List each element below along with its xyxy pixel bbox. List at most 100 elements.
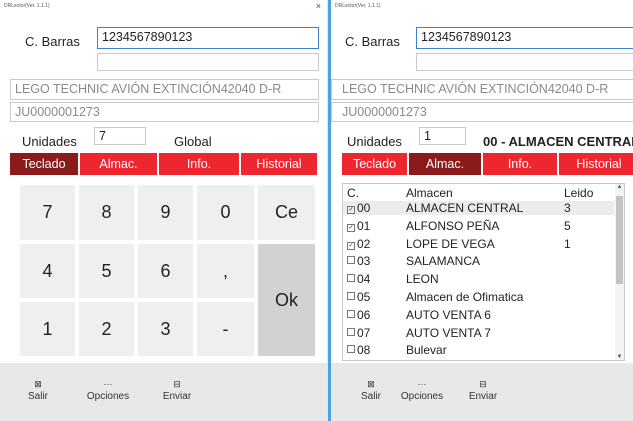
row-read: 5: [564, 218, 571, 233]
exit-icon: ⊠: [367, 379, 375, 389]
list-item[interactable]: 08 Bulevar: [343, 343, 614, 357]
close-icon[interactable]: ×: [316, 1, 321, 11]
list-item[interactable]: 06 AUTO VENTA 6: [343, 308, 614, 322]
row-warehouse: LEON: [406, 272, 439, 287]
key-9[interactable]: 9: [138, 185, 193, 240]
row-warehouse: AUTO VENTA 6: [406, 307, 491, 322]
checkbox-icon[interactable]: [347, 292, 355, 300]
bottom-app-bar: ⊠ Salir ··· Opciones ⊟ Enviar: [331, 363, 633, 421]
key-2[interactable]: 2: [79, 302, 134, 356]
list-item[interactable]: ✓ 00 ALMACEN CENTRAL 3: [343, 201, 614, 216]
row-warehouse: SALAMANCA: [406, 254, 481, 269]
list-scrollbar[interactable]: ▲ ▼: [615, 184, 624, 360]
checkbox-icon[interactable]: [347, 274, 355, 283]
row-warehouse: ALMACEN CENTRAL: [406, 201, 524, 215]
more-icon: ···: [417, 379, 427, 389]
barcode-input[interactable]: 1234567890123: [416, 27, 633, 49]
units-label: Unidades: [22, 134, 77, 149]
key-1[interactable]: 1: [20, 302, 75, 356]
options-label: Opciones: [86, 391, 130, 402]
key-0[interactable]: 0: [197, 185, 254, 240]
window-title: DRLector(Ver. 1.1.1): [4, 3, 50, 9]
list-item[interactable]: 05 Almacen de Ofimatica: [343, 290, 614, 304]
barcode-extra-input[interactable]: [97, 53, 319, 71]
tab-almac[interactable]: Almac.: [409, 153, 481, 175]
checkbox-icon[interactable]: [347, 345, 355, 354]
row-code: 04: [347, 272, 370, 286]
key-4[interactable]: 4: [20, 244, 75, 298]
row-code: ✓ 01: [347, 219, 370, 233]
options-button[interactable]: ··· Opciones: [83, 377, 133, 402]
checked-checkbox-icon[interactable]: ✓: [347, 241, 355, 250]
list-item[interactable]: ✓ 02 LOPE DE VEGA 1: [343, 237, 614, 251]
exit-button[interactable]: ⊠ Salir: [346, 377, 396, 402]
row-code-text: 00: [357, 201, 371, 215]
checkbox-icon[interactable]: [347, 327, 355, 336]
send-label: Enviar: [468, 391, 498, 402]
tab-almac[interactable]: Almac.: [80, 153, 157, 175]
row-code-text: 02: [357, 236, 371, 251]
key-comma[interactable]: ,: [197, 244, 254, 298]
tab-bar: Teclado Almac. Info. Historial: [10, 153, 319, 175]
row-code-text: 01: [357, 218, 371, 233]
row-code: ✓ 02: [347, 237, 370, 251]
barcode-extra-input[interactable]: [416, 53, 633, 71]
options-label: Opciones: [400, 391, 444, 402]
checked-checkbox-icon[interactable]: ✓: [347, 206, 355, 214]
col-warehouse-header: Almacen: [406, 186, 453, 200]
scroll-up-icon[interactable]: ▲: [615, 184, 624, 190]
key-6[interactable]: 6: [138, 244, 193, 298]
left-window: DRLector(Ver. 1.1.1) × C. Barras 1234567…: [0, 0, 328, 421]
exit-icon: ⊠: [34, 379, 42, 389]
tab-info[interactable]: Info.: [483, 153, 557, 175]
send-button[interactable]: ⊟ Enviar: [152, 377, 202, 402]
exit-button[interactable]: ⊠ Salir: [13, 377, 63, 402]
units-input[interactable]: 1: [419, 127, 466, 145]
options-button[interactable]: ··· Opciones: [397, 377, 447, 402]
row-code: ✓ 00: [347, 201, 370, 215]
tab-info[interactable]: Info.: [159, 153, 239, 175]
scroll-thumb[interactable]: [616, 196, 623, 284]
row-read: 3: [564, 201, 571, 215]
barcode-input[interactable]: 1234567890123: [97, 27, 319, 49]
row-code-text: 04: [357, 272, 371, 287]
key-8[interactable]: 8: [79, 185, 134, 240]
checkbox-icon[interactable]: [347, 309, 355, 318]
list-item[interactable]: 04 LEON: [343, 272, 614, 286]
row-code-text: 06: [357, 307, 371, 322]
mode-label: Global: [174, 134, 212, 149]
list-item[interactable]: ✓ 01 ALFONSO PEÑA 5: [343, 219, 614, 233]
row-warehouse: AUTO VENTA 7: [406, 325, 491, 340]
row-code-text: 07: [357, 325, 371, 340]
title-bar: DRLector(Ver. 1.1.1) ×: [0, 0, 327, 14]
key-7[interactable]: 7: [20, 185, 75, 240]
tab-historial[interactable]: Historial: [241, 153, 317, 175]
col-read-header: Leido: [564, 186, 594, 200]
tab-teclado[interactable]: Teclado: [10, 153, 78, 175]
row-read: 1: [564, 236, 571, 251]
tab-teclado[interactable]: Teclado: [342, 153, 407, 175]
list-item[interactable]: 03 SALAMANCA: [343, 254, 614, 268]
row-warehouse: Bulevar: [406, 343, 447, 358]
more-icon: ···: [103, 379, 113, 389]
key-5[interactable]: 5: [79, 244, 134, 298]
key-minus[interactable]: -: [197, 302, 254, 356]
tab-historial[interactable]: Historial: [559, 153, 633, 175]
checkbox-icon[interactable]: [347, 256, 355, 265]
send-label: Enviar: [162, 391, 192, 402]
row-warehouse: Almacen de Ofimatica: [406, 290, 524, 304]
window-title: DRLector(Ver. 1.1.1): [335, 3, 381, 9]
key-clear[interactable]: Ce: [258, 185, 315, 240]
col-code-header: C.: [347, 186, 359, 200]
checked-checkbox-icon[interactable]: ✓: [347, 223, 355, 232]
units-label: Unidades: [347, 134, 402, 149]
warehouse-list[interactable]: C. Almacen Leido ✓ 00 ALMACEN CENTRAL 3 ✓ 01 A…: [342, 183, 625, 361]
key-3[interactable]: 3: [138, 302, 193, 356]
list-item[interactable]: 07 AUTO VENTA 7: [343, 326, 614, 340]
units-input[interactable]: 7: [94, 127, 146, 145]
row-code: 05: [347, 290, 370, 304]
bottom-app-bar: ⊠ Salir ··· Opciones ⊟ Enviar: [0, 363, 327, 421]
scroll-down-icon[interactable]: ▼: [615, 354, 624, 360]
send-button[interactable]: ⊟ Enviar: [458, 377, 508, 402]
key-ok[interactable]: Ok: [258, 244, 315, 356]
